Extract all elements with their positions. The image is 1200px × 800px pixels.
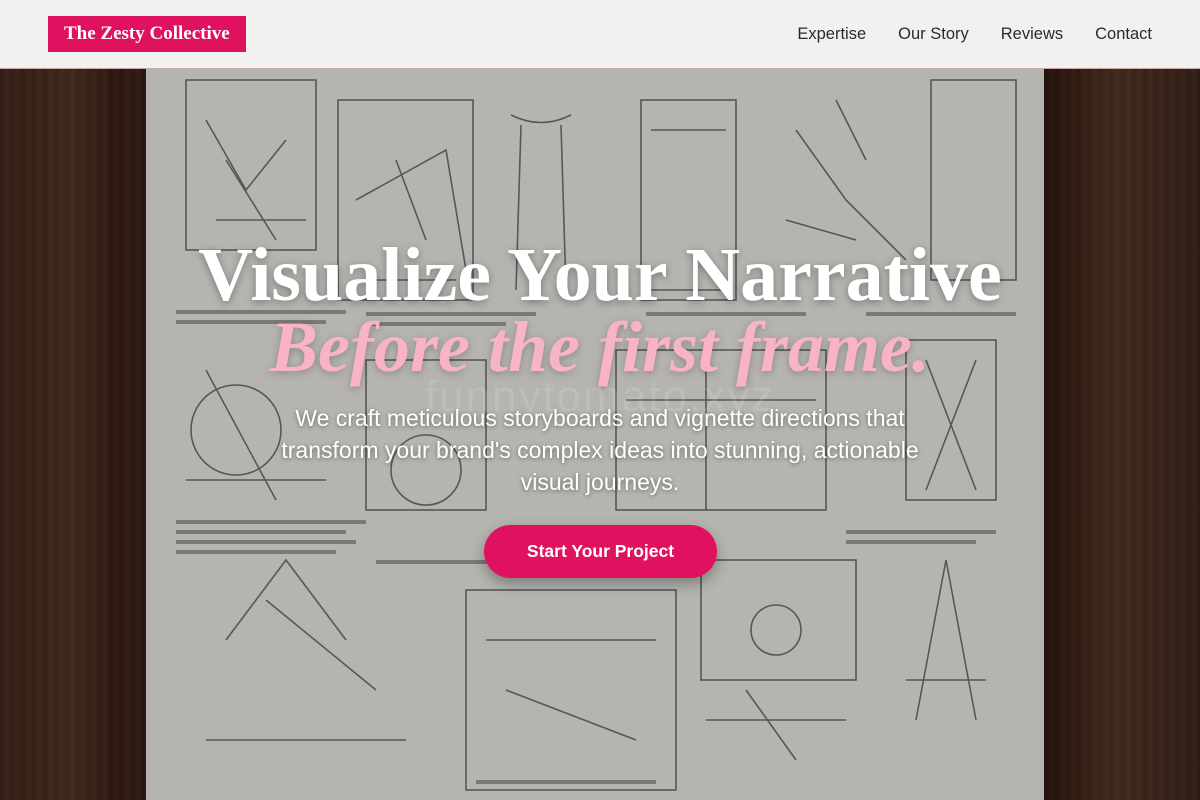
nav-link-reviews[interactable]: Reviews — [1001, 25, 1063, 44]
hero-section: Visualize Your Narrative Before the firs… — [0, 0, 1200, 800]
nav-link-contact[interactable]: Contact — [1095, 25, 1152, 44]
start-project-button[interactable]: Start Your Project — [484, 525, 717, 578]
hero-description: We craft meticulous storyboards and vign… — [281, 405, 919, 495]
logo[interactable]: The Zesty Collective — [48, 16, 246, 52]
nav-link-our-story[interactable]: Our Story — [898, 25, 969, 44]
site-header: The Zesty Collective Expertise Our Story… — [0, 0, 1200, 69]
main-nav: Expertise Our Story Reviews Contact — [797, 0, 1152, 68]
nav-link-expertise[interactable]: Expertise — [797, 25, 866, 44]
